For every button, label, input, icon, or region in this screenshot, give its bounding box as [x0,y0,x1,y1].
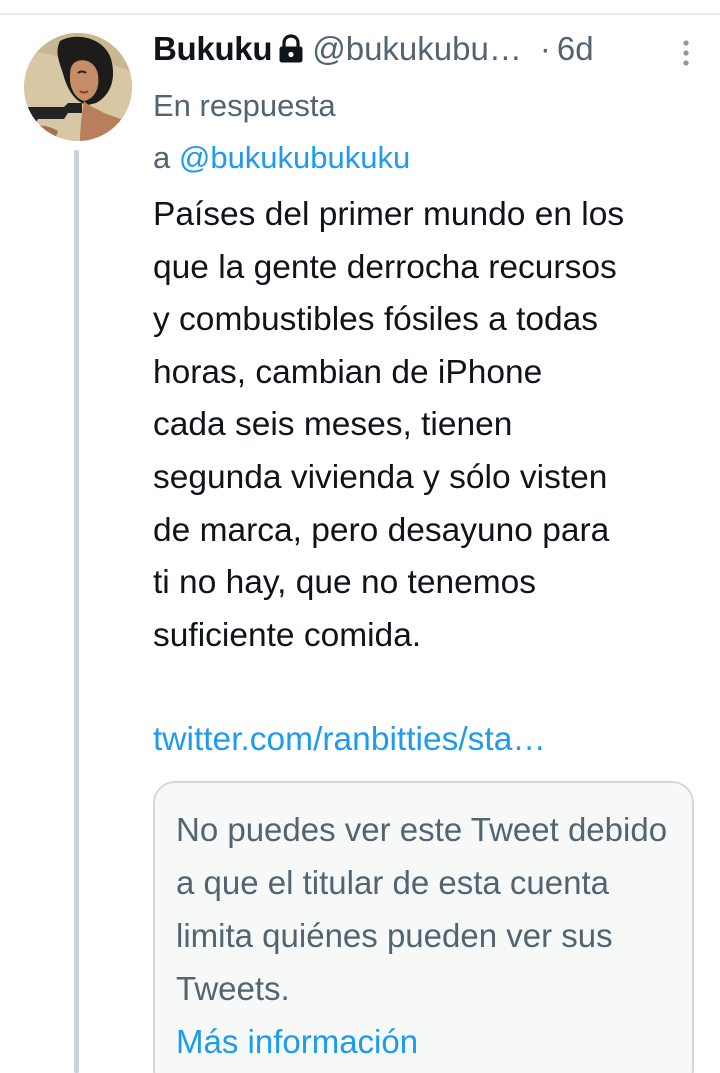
display-name[interactable]: Bukuku [153,30,273,68]
more-info-link[interactable]: Más información [176,1015,676,1068]
reply-a: a [153,140,179,175]
thread-connector-line [74,150,79,1073]
timestamp[interactable]: 6d [557,30,594,68]
reply-prefix: En respuesta [153,88,336,123]
tweet-header: Bukuku @bukukubu… · 6d [153,26,698,72]
unavailable-text: No puedes ver este Tweet debido a que el… [176,811,668,1007]
user-handle[interactable]: @bukukubu… [312,30,522,68]
more-vertical-icon[interactable] [677,38,695,68]
tweet-body[interactable]: Bukuku @bukukubu… · 6d En respuesta a @b… [153,26,698,766]
avatar-image [24,33,132,141]
tweet-screen: Bukuku @bukukubu… · 6d En respuesta a @b… [0,0,720,1073]
quoted-tweet-card[interactable]: No puedes ver este Tweet debido a que el… [153,781,694,1073]
separator-dot: · [539,30,551,67]
reply-mention-link[interactable]: @bukukubukuku [179,140,410,175]
top-divider [0,13,720,15]
reply-context: En respuesta a @bukukubukuku [153,80,698,184]
quoted-tweet-unavailable-message: No puedes ver este Tweet debido a que el… [176,803,676,1068]
avatar[interactable] [24,33,132,141]
tweet-text: Países del primer mundo en los que la ge… [153,196,625,654]
tweet-url-link[interactable]: twitter.com/ranbitties/sta… [153,714,698,766]
lock-icon [278,34,304,64]
